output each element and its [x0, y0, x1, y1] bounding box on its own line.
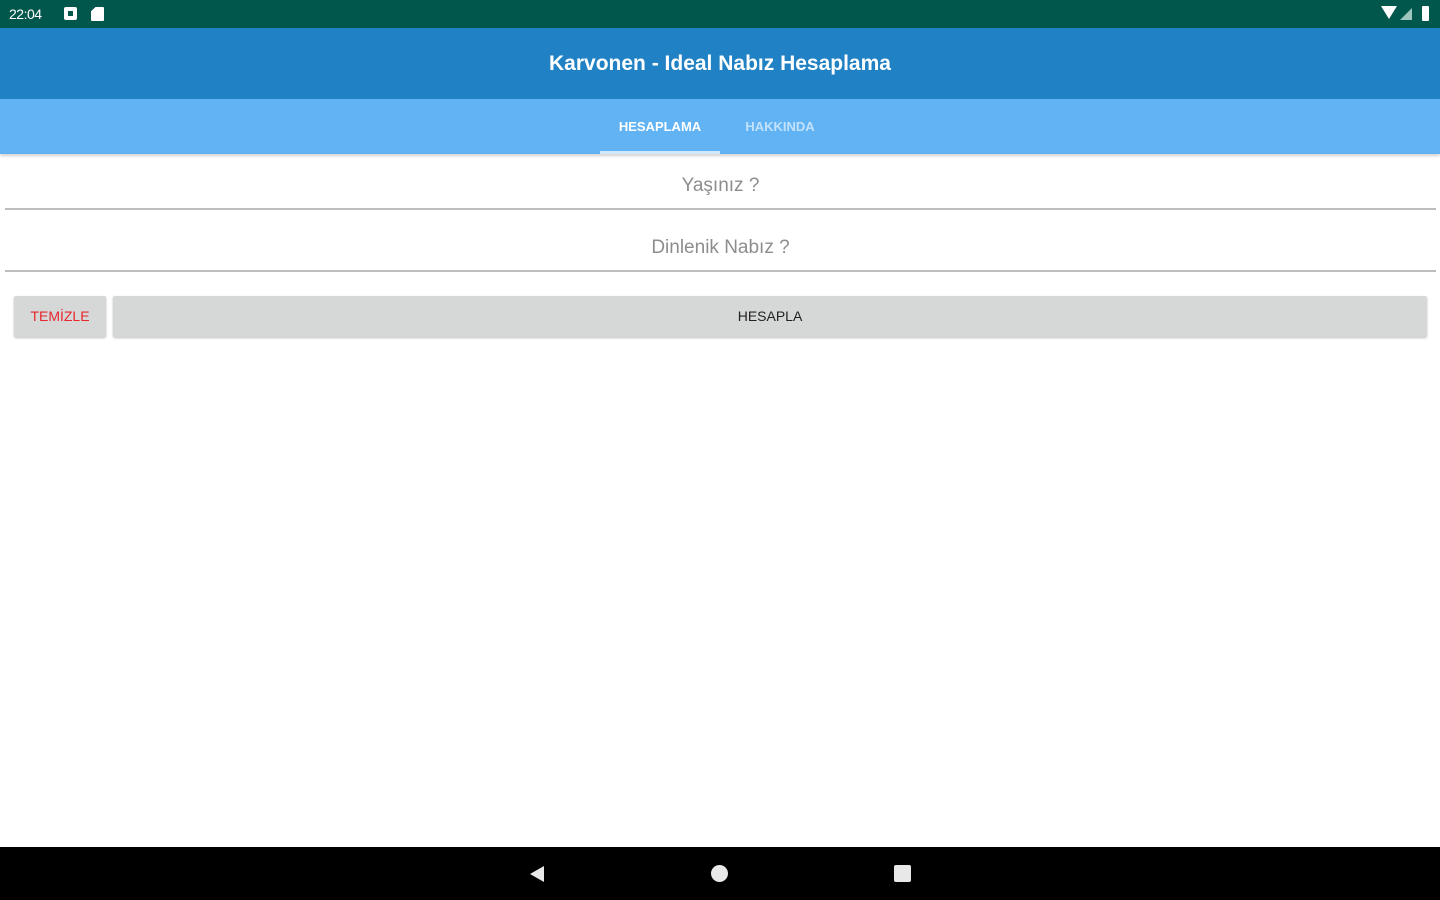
- clear-button[interactable]: TEMİZLE: [14, 296, 106, 337]
- recents-icon[interactable]: [894, 865, 911, 882]
- selected-tab-indicator: [600, 151, 720, 154]
- age-input[interactable]: [5, 164, 1436, 208]
- back-icon[interactable]: [530, 866, 544, 882]
- home-icon[interactable]: [711, 865, 728, 882]
- calculate-button[interactable]: HESAPLA: [113, 296, 1427, 337]
- battery-icon: [1422, 6, 1429, 21]
- tab-hakkinda[interactable]: HAKKINDA: [720, 99, 840, 154]
- tab-hesaplama[interactable]: HESAPLAMA: [600, 99, 720, 154]
- age-field: [5, 164, 1436, 210]
- signal-icon: [1400, 8, 1412, 20]
- tab-bar: HESAPLAMA HAKKINDA: [0, 99, 1440, 154]
- app-bar: Karvonen - Ideal Nabız Hesaplama: [0, 28, 1440, 99]
- app-title: Karvonen - Ideal Nabız Hesaplama: [549, 52, 891, 75]
- status-time: 22:04: [9, 6, 42, 22]
- resting-pulse-input[interactable]: [5, 226, 1436, 270]
- notification-icon: [64, 7, 77, 20]
- status-bar: 22:04: [0, 0, 1440, 28]
- navigation-bar: [0, 847, 1440, 900]
- sd-card-icon: [91, 7, 104, 21]
- resting-pulse-field: [5, 226, 1436, 272]
- wifi-icon: [1381, 6, 1397, 19]
